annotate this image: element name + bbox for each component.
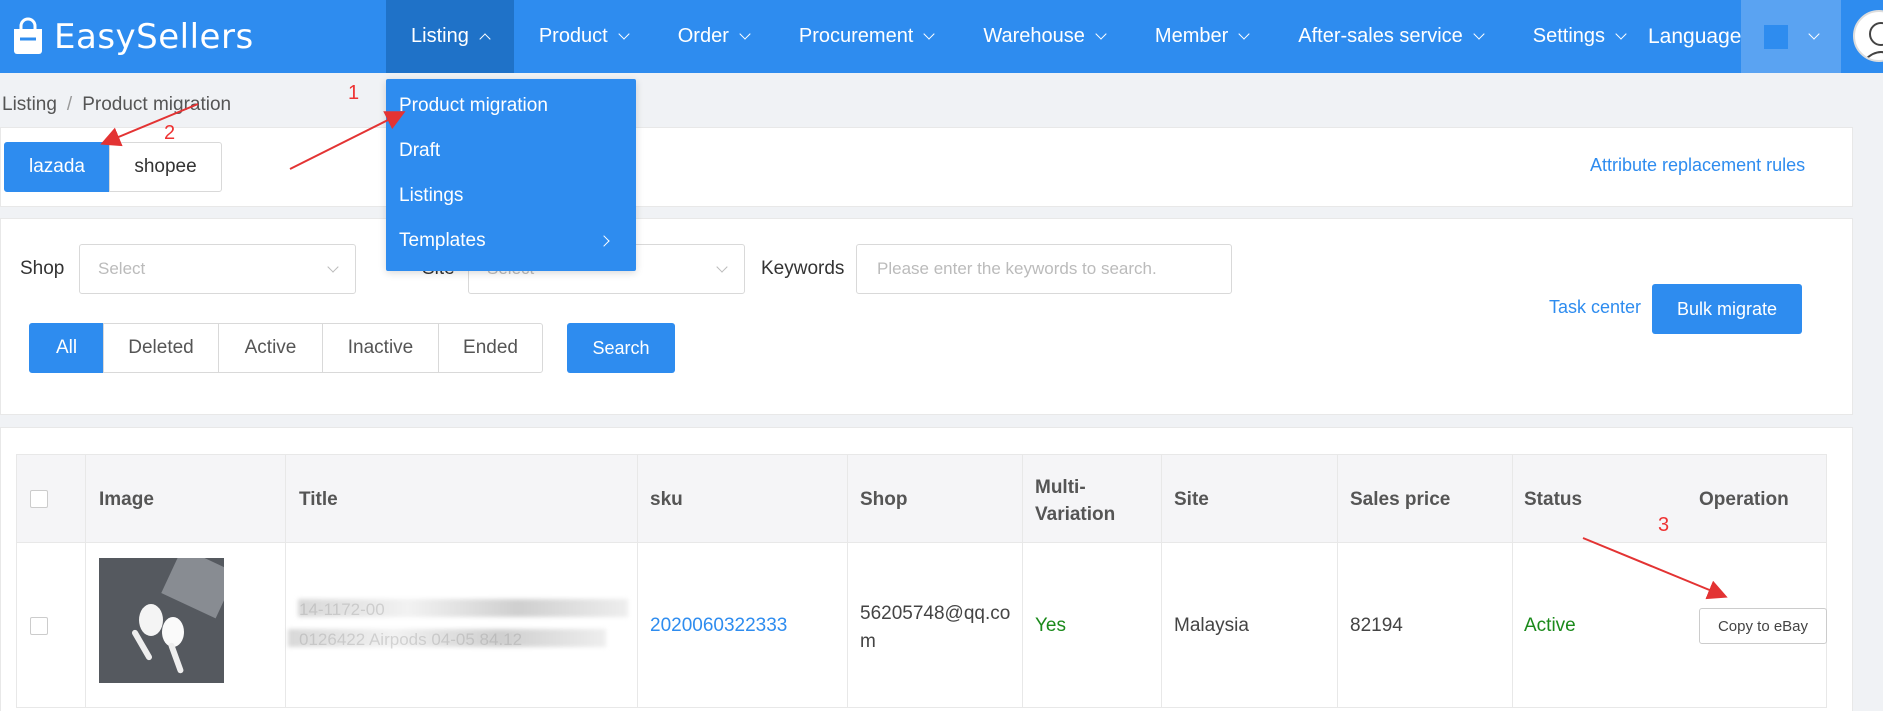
annotation-label-3: 3	[1658, 514, 1670, 536]
annotation-arrow-2	[100, 103, 199, 147]
annotation-label-2: 2	[164, 122, 176, 144]
annotation-arrows	[100, 103, 1728, 600]
annotation-arrow-1	[289, 111, 406, 170]
annotation-label-1: 1	[348, 82, 360, 104]
annotation-arrow-3	[1582, 537, 1728, 600]
